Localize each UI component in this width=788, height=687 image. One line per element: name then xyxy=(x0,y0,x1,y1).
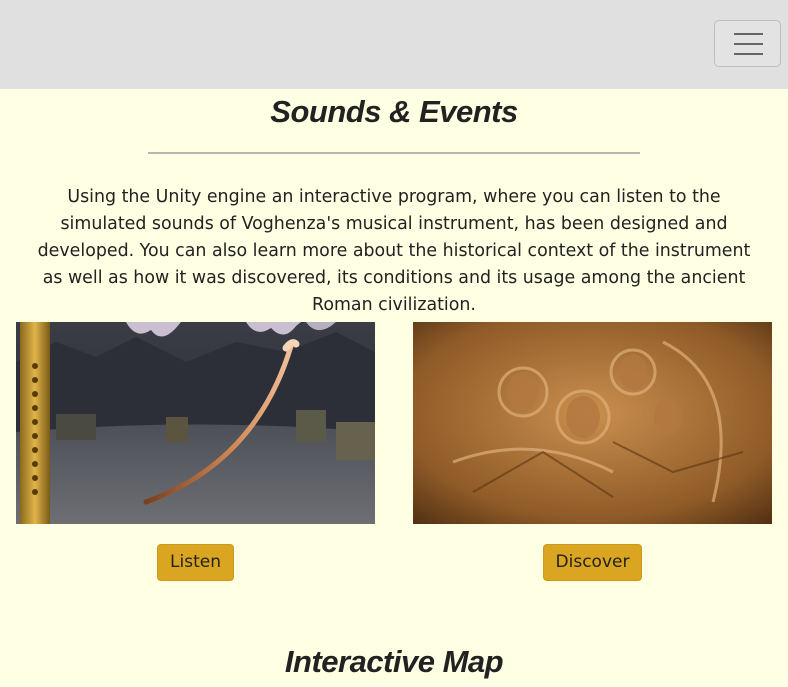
section-divider xyxy=(148,152,640,154)
hamburger-menu-icon xyxy=(734,33,763,35)
discover-button[interactable]: Discover xyxy=(543,544,642,581)
hamburger-menu-icon-line xyxy=(734,53,763,55)
section-title-map: Interactive Map xyxy=(284,644,504,679)
navbar xyxy=(0,0,788,89)
listen-button[interactable]: Listen xyxy=(157,544,234,581)
section-title-sounds: Sounds & Events xyxy=(270,94,518,129)
listen-card-image xyxy=(16,322,375,524)
hamburger-menu-icon-line xyxy=(734,43,763,45)
discover-card-image xyxy=(413,322,772,524)
navbar-toggle-button[interactable] xyxy=(714,20,781,67)
section-description: Using the Unity engine an interactive pr… xyxy=(37,187,751,315)
